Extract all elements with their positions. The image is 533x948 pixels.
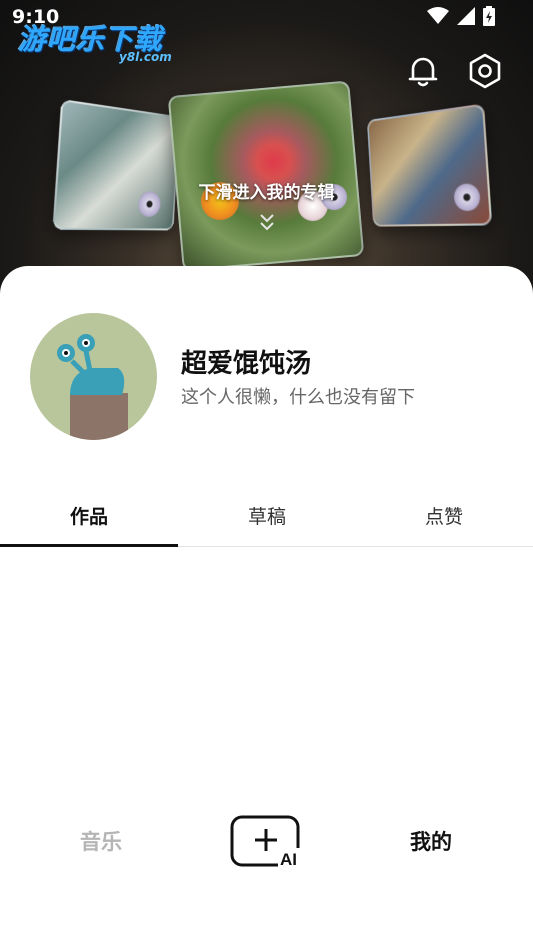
album-card-right[interactable] [366, 103, 493, 227]
album-card-left[interactable] [52, 98, 181, 231]
signal-icon [457, 7, 475, 25]
swipe-hint: 下滑进入我的专辑 [198, 183, 335, 203]
tab-drafts[interactable]: 草稿 [178, 490, 356, 546]
album-header[interactable]: 9:10 游吧乐下载 y8l.com 下滑进入我的专辑 [0, 0, 533, 300]
ai-label: AI [280, 850, 297, 869]
user-bio: 这个人很懒，什么也没有留下 [181, 387, 415, 408]
avatar-illustration [57, 334, 128, 440]
settings-icon[interactable] [466, 52, 504, 90]
username: 超爱馄饨汤 [181, 349, 312, 379]
profile-tabs: 作品 草稿 点赞 [0, 490, 533, 547]
avatar[interactable] [30, 313, 157, 440]
status-icons [427, 6, 495, 26]
tab-indicator [0, 544, 178, 547]
bottom-nav: 音乐 AI 我的 [0, 800, 533, 880]
wifi-icon [427, 7, 449, 24]
tab-works[interactable]: 作品 [0, 490, 178, 546]
nav-mine[interactable]: 我的 [410, 826, 452, 856]
battery-icon [483, 6, 495, 26]
nav-music[interactable]: 音乐 [80, 826, 122, 856]
tab-likes[interactable]: 点赞 [355, 490, 533, 546]
double-chevron-down-icon [260, 214, 274, 231]
bell-icon[interactable] [404, 52, 442, 90]
album-card-center[interactable] [167, 80, 365, 272]
create-ai-button[interactable]: AI [230, 815, 302, 869]
watermark-site: y8l.com [119, 50, 172, 64]
